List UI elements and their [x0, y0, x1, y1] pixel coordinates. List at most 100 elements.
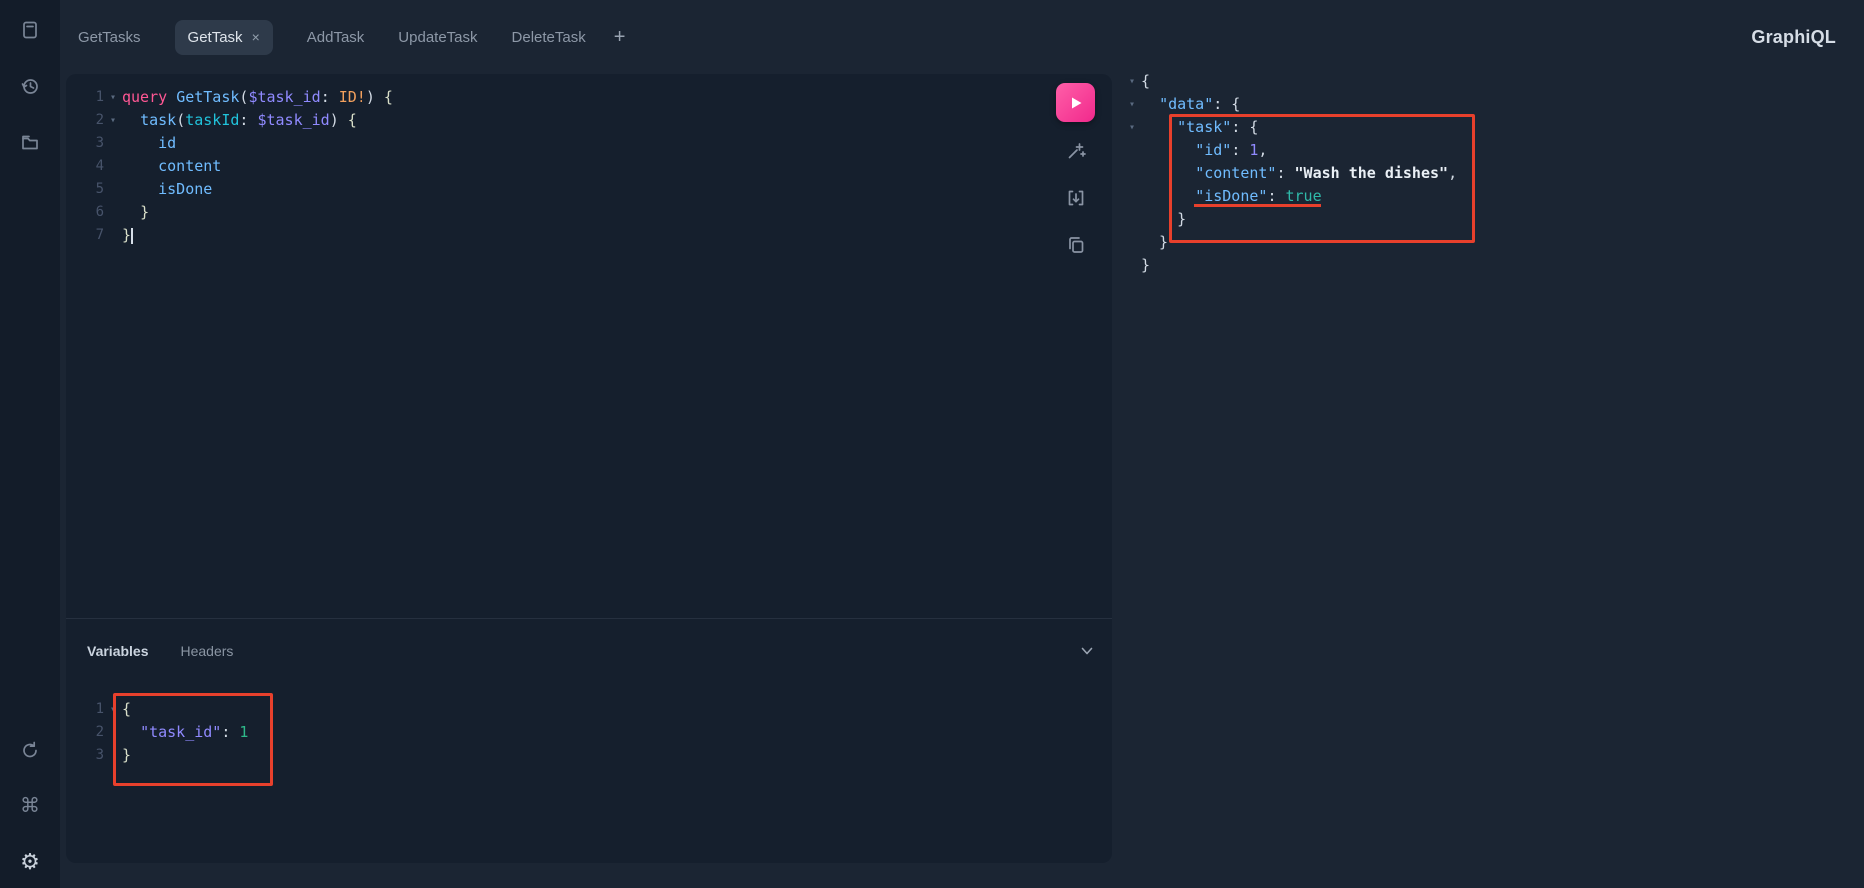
- fold-arrow-icon: [1123, 254, 1141, 277]
- graphiql-app: ⌘ ⚙ GetTasks GetTask × AddTask UpdateTask Del…: [0, 0, 1864, 888]
- code-text: }: [122, 744, 131, 767]
- fold-arrow-icon: [104, 132, 122, 155]
- tab-headers[interactable]: Headers: [181, 643, 234, 659]
- tab-updatetask[interactable]: UpdateTask: [398, 29, 477, 46]
- line-number: 3: [66, 132, 104, 155]
- variables-editor-line: 3}: [66, 744, 248, 767]
- code-text: "id": 1,: [1141, 139, 1267, 162]
- shortcuts-icon[interactable]: ⌘: [18, 794, 42, 818]
- response-line: "isDone": true: [1123, 185, 1457, 208]
- fold-arrow-icon: [1123, 162, 1141, 185]
- collections-icon[interactable]: [18, 130, 42, 154]
- query-editor-line: 4 content: [66, 155, 393, 178]
- line-number: 1: [66, 86, 104, 109]
- code-text: "data": {: [1141, 93, 1240, 116]
- code-text: }: [1141, 208, 1186, 231]
- copy-query-icon[interactable]: [1065, 234, 1087, 256]
- close-tab-icon[interactable]: ×: [252, 30, 260, 44]
- query-editor-line: 2▾ task(taskId: $task_id) {: [66, 109, 393, 132]
- query-editor-line: 6 }: [66, 201, 393, 224]
- code-text: "content": "Wash the dishes",: [1141, 162, 1457, 185]
- fold-arrow-icon[interactable]: ▾: [104, 86, 122, 109]
- line-number: 2: [66, 109, 104, 132]
- editor-toolbar: [1056, 83, 1095, 281]
- fold-arrow-icon: [1123, 185, 1141, 208]
- secondary-editor-header: Variables Headers: [87, 628, 1094, 674]
- fold-arrow-icon: [104, 224, 122, 247]
- tab-label: GetTasks: [78, 29, 141, 46]
- variables-editor-line: 1▾{: [66, 698, 248, 721]
- response-line: ▾ "task": {: [1123, 116, 1457, 139]
- sidebar: ⌘ ⚙: [0, 0, 60, 888]
- tab-label: GetTask: [188, 29, 243, 46]
- settings-icon[interactable]: ⚙: [18, 850, 42, 874]
- add-tab-button[interactable]: +: [614, 27, 626, 47]
- query-editor[interactable]: 1▾query GetTask($task_id: ID!) {2▾ task(…: [66, 86, 393, 247]
- code-text: "task": {: [1141, 116, 1258, 139]
- gear-glyph: ⚙: [20, 851, 40, 873]
- code-text: }: [122, 224, 133, 247]
- docs-icon[interactable]: [18, 18, 42, 42]
- tab-label: UpdateTask: [398, 29, 477, 46]
- history-icon[interactable]: [18, 74, 42, 98]
- code-text: }: [122, 201, 149, 224]
- line-number: 5: [66, 178, 104, 201]
- code-text: isDone: [122, 178, 212, 201]
- chevron-down-icon[interactable]: [1080, 644, 1094, 658]
- fold-arrow-icon: [1123, 139, 1141, 162]
- code-text: {: [1141, 70, 1150, 93]
- code-text: }: [1141, 231, 1168, 254]
- session-panel: 1▾query GetTask($task_id: ID!) {2▾ task(…: [66, 74, 1112, 863]
- fold-arrow-icon: [1123, 208, 1141, 231]
- fold-arrow-icon: [104, 178, 122, 201]
- play-icon: [1068, 95, 1084, 111]
- fold-arrow-icon: [104, 744, 122, 767]
- response-line: }: [1123, 231, 1457, 254]
- refetch-schema-icon[interactable]: [18, 738, 42, 762]
- fold-arrow-icon: [1123, 231, 1141, 254]
- query-editor-line: 5 isDone: [66, 178, 393, 201]
- response-line: "id": 1,: [1123, 139, 1457, 162]
- fold-arrow-icon[interactable]: ▾: [1123, 70, 1141, 93]
- query-editor-line: 1▾query GetTask($task_id: ID!) {: [66, 86, 393, 109]
- fold-arrow-icon[interactable]: ▾: [1123, 116, 1141, 139]
- response-line: }: [1123, 254, 1457, 277]
- fold-arrow-icon[interactable]: ▾: [104, 109, 122, 132]
- sidebar-top-group: [18, 18, 42, 154]
- prettify-icon[interactable]: [1065, 140, 1087, 162]
- fold-arrow-icon[interactable]: ▾: [104, 698, 122, 721]
- tab-gettasks[interactable]: GetTasks: [78, 29, 141, 46]
- response-line: ▾ "data": {: [1123, 93, 1457, 116]
- query-editor-line: 7}: [66, 224, 393, 247]
- response-line: }: [1123, 208, 1457, 231]
- tab-bar: GetTasks GetTask × AddTask UpdateTask DeleteT…: [60, 0, 1864, 74]
- code-text: "isDone": true: [1141, 185, 1322, 208]
- fold-arrow-icon: [104, 201, 122, 224]
- tab-addtask[interactable]: AddTask: [307, 29, 365, 46]
- variables-editor[interactable]: 1▾{2 "task_id": 13}: [66, 698, 248, 767]
- merge-fragments-icon[interactable]: [1065, 187, 1087, 209]
- tab-gettask[interactable]: GetTask ×: [175, 20, 273, 55]
- execute-query-button[interactable]: [1056, 83, 1095, 122]
- response-line: "content": "Wash the dishes",: [1123, 162, 1457, 185]
- line-number: 2: [66, 721, 104, 744]
- fold-arrow-icon[interactable]: ▾: [1123, 93, 1141, 116]
- query-editor-line: 3 id: [66, 132, 393, 155]
- code-text: query GetTask($task_id: ID!) {: [122, 86, 393, 109]
- code-text: content: [122, 155, 221, 178]
- fold-arrow-icon: [104, 155, 122, 178]
- line-number: 1: [66, 698, 104, 721]
- fold-arrow-icon: [104, 721, 122, 744]
- code-text: {: [122, 698, 131, 721]
- text-cursor: [131, 228, 133, 244]
- code-text: }: [1141, 254, 1150, 277]
- command-glyph: ⌘: [20, 796, 40, 816]
- horizontal-resizer[interactable]: [1112, 74, 1123, 863]
- tab-variables[interactable]: Variables: [87, 643, 149, 659]
- tab-list: GetTasks GetTask × AddTask UpdateTask DeleteT…: [78, 20, 586, 55]
- tab-deletetask[interactable]: DeleteTask: [512, 29, 586, 46]
- tab-label: DeleteTask: [512, 29, 586, 46]
- editor-tools-divider[interactable]: [66, 618, 1112, 619]
- line-number: 7: [66, 224, 104, 247]
- code-text: "task_id": 1: [122, 721, 248, 744]
